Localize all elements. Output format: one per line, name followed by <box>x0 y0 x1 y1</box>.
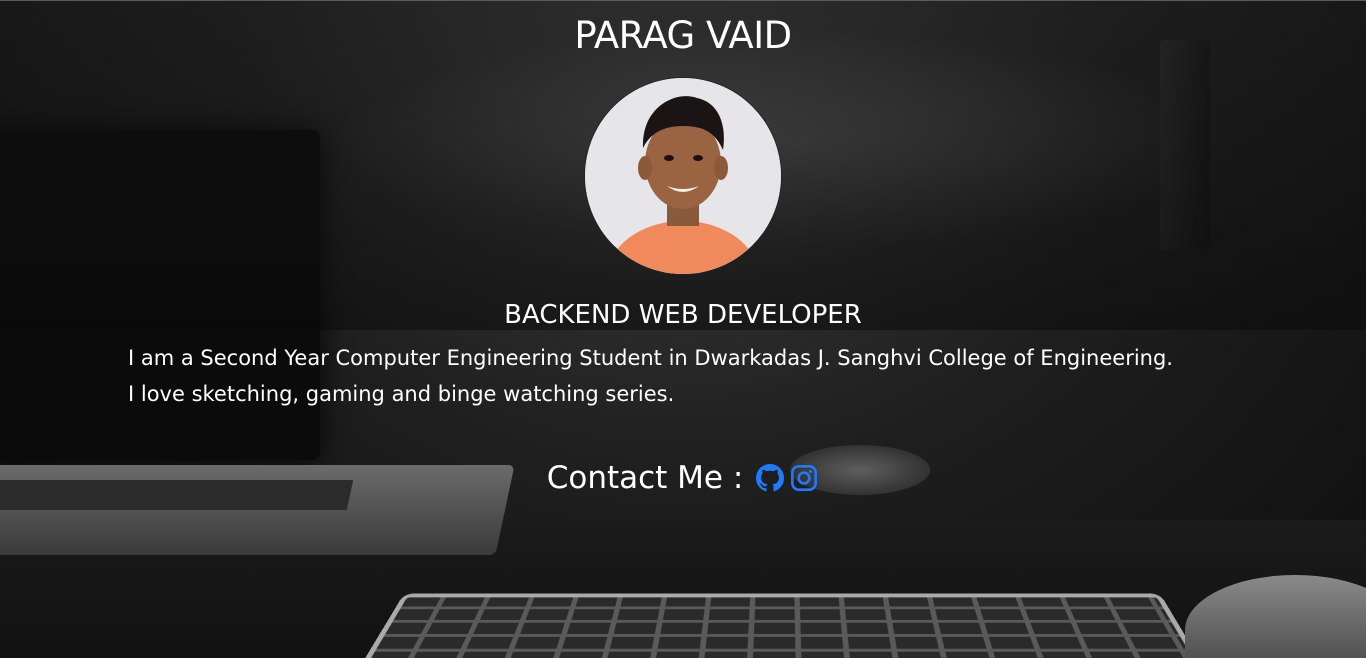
bio-line: I am a Second Year Computer Engineering … <box>128 346 1173 370</box>
profile-section: PARAG VAID BACKEND WEB DEVELOPER I am a … <box>0 0 1366 658</box>
avatar-portrait <box>585 78 781 274</box>
profile-bio: I am a Second Year Computer Engineering … <box>128 340 1248 412</box>
instagram-icon <box>791 465 818 491</box>
github-icon <box>756 464 785 492</box>
contact-label: Contact Me : <box>546 460 744 496</box>
instagram-link[interactable] <box>789 463 819 493</box>
github-link[interactable] <box>755 463 785 493</box>
bio-line: I love sketching, gaming and binge watch… <box>128 382 675 406</box>
profile-avatar <box>584 77 782 275</box>
profile-name: PARAG VAID <box>574 14 792 57</box>
profile-role: BACKEND WEB DEVELOPER <box>504 300 862 330</box>
contact-row: Contact Me : <box>0 460 1366 496</box>
